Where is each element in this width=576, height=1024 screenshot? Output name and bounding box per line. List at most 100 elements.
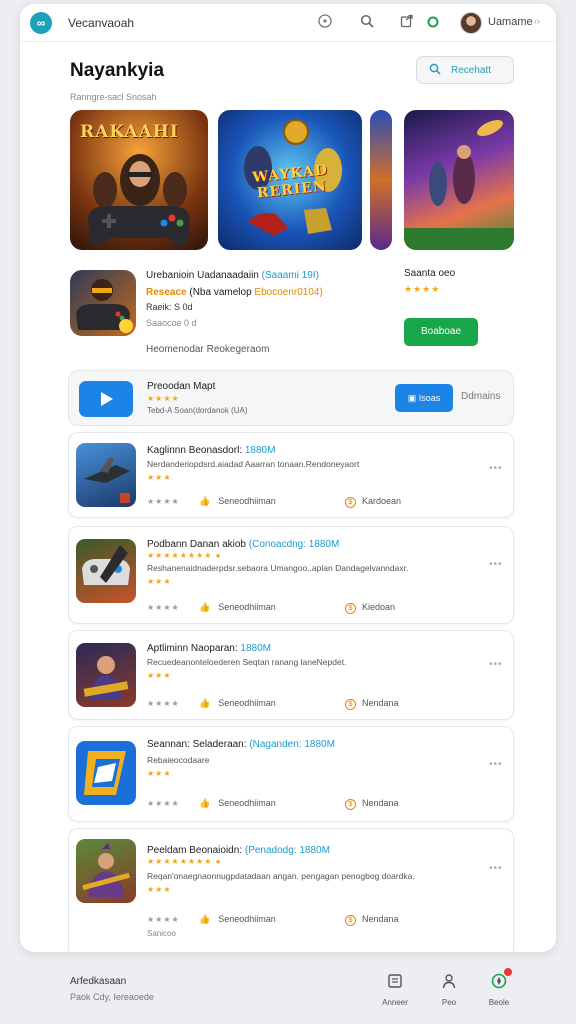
app-rating: ★★★★ (147, 603, 180, 612)
play-icon[interactable] (79, 381, 133, 417)
nav-item-library[interactable]: Anneer (370, 970, 420, 1007)
nav-label: Peo (441, 998, 457, 1007)
app-more[interactable]: $ Nendana (345, 914, 399, 926)
app-icon[interactable] (76, 741, 136, 805)
app-more[interactable]: $ Kardoean (345, 496, 401, 508)
play-row-name: Preoodan Mapt (147, 381, 216, 392)
app-icon[interactable] (76, 539, 136, 603)
avatar[interactable] (460, 12, 482, 34)
app-rating: ★★★★ (147, 699, 180, 708)
nav-item-explore[interactable]: Beole (474, 968, 524, 1007)
promo-title: Urebanioin Uadanaadaiin (Saaami 19I) (146, 270, 319, 281)
app-desc: Recuedeanonteloederen Seqtan ranang lane… (147, 657, 347, 667)
app-tag[interactable]: 👍 Seneodhiiman (199, 698, 276, 709)
footer-subtitle: Paok Cdy, Iereaoede (70, 992, 154, 1002)
more-icon[interactable]: ••• (489, 463, 503, 474)
app-stars: ★★★ (147, 473, 172, 482)
promo-recommend-link[interactable]: Heomenodar Reokegeraom (146, 344, 269, 355)
top-bar: ∞ Vecanvaoah Uamame ‹› (20, 4, 556, 42)
coin-icon: $ (345, 915, 356, 926)
promo-app-icon[interactable] (70, 270, 136, 336)
app-rating: ★★★★ (147, 497, 180, 506)
app-row[interactable]: Peeldam Beonaioidn: (Penadodg: 1880M ★★★… (68, 828, 514, 952)
featured-strip[interactable] (370, 110, 392, 250)
app-desc: Rebaieocodaare (147, 755, 210, 765)
app-stars: ★★★★★★★★ ● (147, 551, 222, 560)
thumb-icon: 👍 (199, 914, 211, 924)
app-icon[interactable] (76, 443, 136, 507)
side-install-button[interactable]: Boaboae (404, 318, 478, 346)
app-tag[interactable]: 👍 Seneodhiiman (199, 602, 276, 613)
app-rating: ★★★★ (147, 799, 180, 808)
search-icon[interactable] (356, 12, 378, 34)
user-name[interactable]: Uamame (488, 16, 533, 28)
play-row-desc: Tebd-A Soan(dordanok (UA) (147, 406, 248, 415)
status-dot-icon (422, 12, 444, 34)
app-tag[interactable]: 👍 Seneodhiiman (199, 914, 276, 925)
play-row-button[interactable]: ▣ Isoas (395, 384, 453, 412)
nav-item-profile[interactable]: Peo (424, 970, 474, 1007)
thumb-icon: 👍 (199, 496, 211, 506)
app-title: Kaglinnn Beonasdorl: 1880M (147, 445, 276, 456)
app-name: Vecanvaoah (68, 16, 135, 30)
more-icon[interactable]: ••• (489, 759, 503, 770)
library-icon (370, 970, 420, 992)
app-row[interactable]: Seannan: Seladeraan: (Naganden: 1880M Re… (68, 726, 514, 822)
app-row[interactable]: Podbann Danan akiob (Conoacdng: 1880M ★★… (68, 526, 514, 624)
doc-icon: ▣ (407, 393, 419, 403)
nav-label: Anneer (382, 998, 408, 1007)
notification-badge (504, 968, 512, 976)
promo-subtitle: Reseace (Nba vamelop Ebocoenr0104) (146, 287, 323, 298)
app-tag[interactable]: 👍 Seneodhiiman (199, 798, 276, 809)
coin-icon: $ (345, 603, 356, 614)
more-icon[interactable]: ••• (489, 863, 503, 874)
app-desc: Nerdanderiopdsrd.aiadad Aaarran tonaan.R… (147, 459, 360, 469)
thumb-icon: 👍 (199, 698, 211, 708)
app-rating: ★★★★ (147, 915, 180, 924)
app-title: Peeldam Beonaioidn: (Penadodg: 1880M (147, 845, 330, 856)
app-title: Aptliminn Naoparan: 1880M (147, 643, 271, 654)
person-icon (424, 970, 474, 992)
app-row[interactable]: Kaglinnn Beonasdorl: 1880M Nerdanderiopd… (68, 432, 514, 518)
featured-scifi[interactable] (404, 110, 514, 250)
app-more[interactable]: $ Nendana (345, 698, 399, 710)
play-row-link[interactable]: Ddmains (461, 391, 500, 402)
featured-waykad[interactable]: WAYKAD RERIEN (218, 110, 362, 250)
app-stars-secondary: ★★★ (147, 577, 172, 586)
app-title: Podbann Danan akiob (Conoacdng: 1880M (147, 539, 340, 550)
search-icon (429, 63, 441, 78)
app-stars: ★★★ (147, 769, 172, 778)
app-stars: ★★★ (147, 671, 172, 680)
app-more[interactable]: $ Nendana (345, 798, 399, 810)
app-extra: Sanicoo (147, 929, 176, 938)
more-icon[interactable]: ••• (489, 559, 503, 570)
app-stars: ★★★★★★★★ ● (147, 857, 222, 866)
compass-icon (474, 968, 524, 992)
play-row[interactable]: Preoodan Mapt ★★★★ Tebd-A Soan(dordanok … (68, 370, 514, 426)
compass-icon[interactable] (314, 12, 336, 34)
thumb-icon: 👍 (199, 602, 211, 612)
coin-icon: $ (345, 497, 356, 508)
app-desc: Reshanenaidnaderpdsr.sebaora Umangoo..ap… (147, 563, 409, 573)
side-app-stars: ★★★★ (404, 284, 441, 294)
app-more[interactable]: $ Kiedoan (345, 602, 395, 614)
app-tag[interactable]: 👍 Seneodhiiman (199, 496, 276, 507)
coin-icon: $ (345, 799, 356, 810)
search-button[interactable]: Recehatt (416, 56, 514, 84)
share-icon[interactable] (396, 12, 418, 34)
app-icon[interactable] (76, 839, 136, 903)
app-stars-secondary: ★★★ (147, 885, 172, 894)
nav-label: Beole (488, 998, 510, 1007)
app-icon[interactable] (76, 643, 136, 707)
search-button-label: Recehatt (451, 64, 492, 76)
page-subtitle: Ranngre-sacl Snosah (70, 92, 157, 102)
featured-rakaahi[interactable]: RAKAAHI (70, 110, 208, 250)
main-card: ∞ Vecanvaoah Uamame ‹› Nayankyia Ranngre… (20, 4, 556, 952)
footer-title: Arfedkasaan (70, 976, 127, 987)
chevron-icon[interactable]: ‹› (534, 16, 540, 26)
more-icon[interactable]: ••• (489, 659, 503, 670)
app-title: Seannan: Seladeraan: (Naganden: 1880M (147, 739, 335, 750)
app-logo-icon[interactable]: ∞ (30, 12, 52, 34)
app-row[interactable]: Aptliminn Naoparan: 1880M Recuedeanontel… (68, 630, 514, 720)
promo-meta: Saaocoe 0 d (146, 318, 197, 328)
